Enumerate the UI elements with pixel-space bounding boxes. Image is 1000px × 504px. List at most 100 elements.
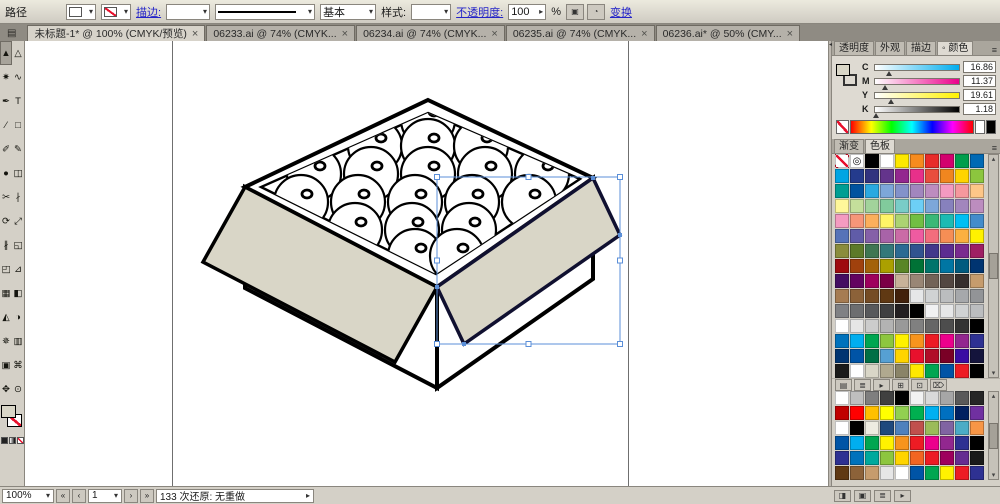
swatch[interactable] [850,406,864,420]
swatch[interactable] [835,169,849,183]
zoom-level-dropdown[interactable]: 100% ▾ [2,489,54,503]
swatch[interactable] [895,244,909,258]
swatch[interactable] [850,334,864,348]
pen-tool[interactable]: ✒ [0,89,12,113]
swatch[interactable] [850,349,864,363]
swatch[interactable] [835,304,849,318]
swatch[interactable] [910,421,924,435]
swatch[interactable] [925,244,939,258]
swatch[interactable] [880,406,894,420]
swatch[interactable] [955,334,969,348]
swatch[interactable] [865,334,879,348]
document-tab[interactable]: 06235.ai @ 74% (CMYK...× [506,25,655,41]
swatch[interactable] [850,466,864,480]
white-swatch[interactable] [975,120,985,134]
swatch[interactable] [970,349,984,363]
free-transform-tool[interactable]: ◱ [12,233,24,257]
channel-slider[interactable] [874,78,960,85]
panel-tab-appearance[interactable]: 外观 [875,41,905,55]
tab-close-icon[interactable]: × [491,28,497,40]
slice-tool[interactable]: ⌘ [12,353,24,377]
line-segment-tool[interactable]: ∕ [0,113,12,137]
documents-icon[interactable]: ▤ [7,28,16,39]
swatch[interactable] [850,391,864,405]
swatch[interactable] [970,466,984,480]
swatch-none[interactable] [835,154,849,168]
swatch[interactable] [910,451,924,465]
black-swatch[interactable] [986,120,996,134]
swatch[interactable] [970,169,984,183]
swatch[interactable] [940,319,954,333]
swatch[interactable] [910,214,924,228]
panel-tab-color[interactable]: ◦ 颜色 [937,41,973,55]
swatch[interactable] [880,259,894,273]
swatch[interactable] [955,391,969,405]
swatch[interactable] [880,244,894,258]
swatch-options-button[interactable]: ▸ [873,379,890,391]
swatch[interactable] [865,364,879,378]
swatch[interactable] [895,391,909,405]
page-number-input[interactable]: 1 ▾ [88,489,122,503]
swatch[interactable] [955,304,969,318]
panel-footer-button-1[interactable]: ◨ [834,490,851,502]
scale-tool[interactable]: ⤢ [12,209,24,233]
eraser-tool[interactable]: ◫ [12,161,24,185]
swatch[interactable] [865,319,879,333]
channel-slider[interactable] [874,64,960,71]
swatch[interactable] [955,259,969,273]
swatch[interactable] [865,214,879,228]
swatch[interactable] [835,349,849,363]
document-tab[interactable]: 06234.ai @ 74% (CMYK...× [356,25,505,41]
swatch[interactable] [865,289,879,303]
swatch[interactable] [970,319,984,333]
swatch[interactable] [925,154,939,168]
swatch[interactable] [955,244,969,258]
swatch[interactable] [865,259,879,273]
swatch[interactable] [895,421,909,435]
swatch[interactable] [895,274,909,288]
blend-tool[interactable]: ◑ [12,305,24,329]
swatch[interactable] [925,169,939,183]
selection-tool[interactable]: ▲ [0,41,12,65]
swatch[interactable] [880,274,894,288]
swatch[interactable] [850,274,864,288]
scrollbar-thumb[interactable] [989,423,998,449]
pencil-tool[interactable]: ✎ [12,137,24,161]
fill-stroke-proxy[interactable] [836,64,860,92]
swatch[interactable] [910,154,924,168]
fill-color-dropdown[interactable]: ▾ [66,4,96,20]
swatch[interactable] [970,304,984,318]
panel-tab-swatches[interactable]: 色板 [865,139,895,153]
transform-link[interactable]: 变换 [610,4,632,20]
tab-close-icon[interactable]: × [787,28,793,40]
panel-tab-transparency[interactable]: 透明度 [834,41,874,55]
swatch[interactable] [970,184,984,198]
swatch[interactable] [850,304,864,318]
swatch[interactable] [835,391,849,405]
swatch[interactable] [925,451,939,465]
swatch[interactable] [895,349,909,363]
swatch[interactable] [880,334,894,348]
swatch[interactable] [895,169,909,183]
swatch[interactable] [970,199,984,213]
swatch[interactable] [955,274,969,288]
swatch[interactable] [970,391,984,405]
swatch[interactable] [850,169,864,183]
swatch[interactable] [895,229,909,243]
swatch[interactable] [835,436,849,450]
lasso-tool[interactable]: ∿ [12,65,24,89]
swatch[interactable] [850,421,864,435]
eyedropper-tool[interactable]: ◭ [0,305,12,329]
swatch[interactable] [895,406,909,420]
panel-footer-button-2[interactable]: ▣ [854,490,871,502]
swatch[interactable] [925,436,939,450]
swatch[interactable] [880,436,894,450]
swatches-scrollbar[interactable]: ▴ ▾ [988,154,999,378]
swatch[interactable] [880,319,894,333]
next-page-button[interactable]: › [124,489,138,503]
swatch[interactable] [850,229,864,243]
gradient-mode-button[interactable] [9,437,16,444]
opacity-link[interactable]: 不透明度: [456,4,503,20]
swatch[interactable] [925,304,939,318]
brush-definition-dropdown[interactable]: 基本 ▾ [320,4,376,20]
